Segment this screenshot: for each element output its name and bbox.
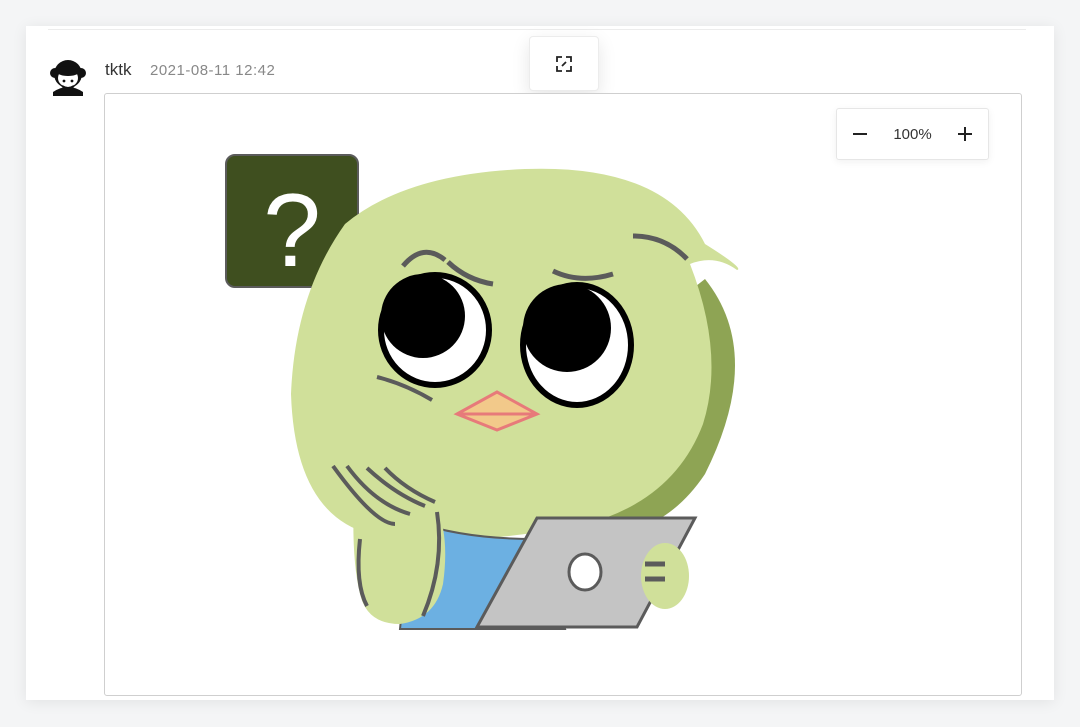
laptop-logo bbox=[567, 552, 603, 592]
zoom-controls: 100% bbox=[836, 108, 989, 160]
plus-icon bbox=[958, 127, 972, 141]
timestamp: 2021-08-11 12:42 bbox=[150, 62, 276, 79]
username[interactable]: tktk bbox=[105, 60, 131, 80]
post-card: tktk 2021-08-11 12:42 ? 100% bbox=[26, 26, 1054, 700]
monkey-avatar-icon bbox=[50, 60, 86, 96]
right-hand bbox=[641, 543, 689, 609]
right-pupil bbox=[523, 284, 611, 372]
expand-icon bbox=[556, 55, 572, 72]
zoom-out-button[interactable] bbox=[837, 109, 883, 159]
avatar[interactable] bbox=[48, 56, 88, 96]
divider bbox=[48, 29, 1026, 30]
zoom-level: 100% bbox=[893, 125, 932, 143]
sticker-image: ? bbox=[225, 154, 739, 630]
expand-button[interactable] bbox=[529, 36, 599, 91]
minus-icon bbox=[853, 133, 867, 135]
left-pupil bbox=[381, 274, 465, 358]
image-viewer[interactable]: ? 100% bbox=[104, 93, 1022, 696]
question-mark-icon: ? bbox=[263, 173, 321, 289]
zoom-in-button[interactable] bbox=[942, 109, 988, 159]
